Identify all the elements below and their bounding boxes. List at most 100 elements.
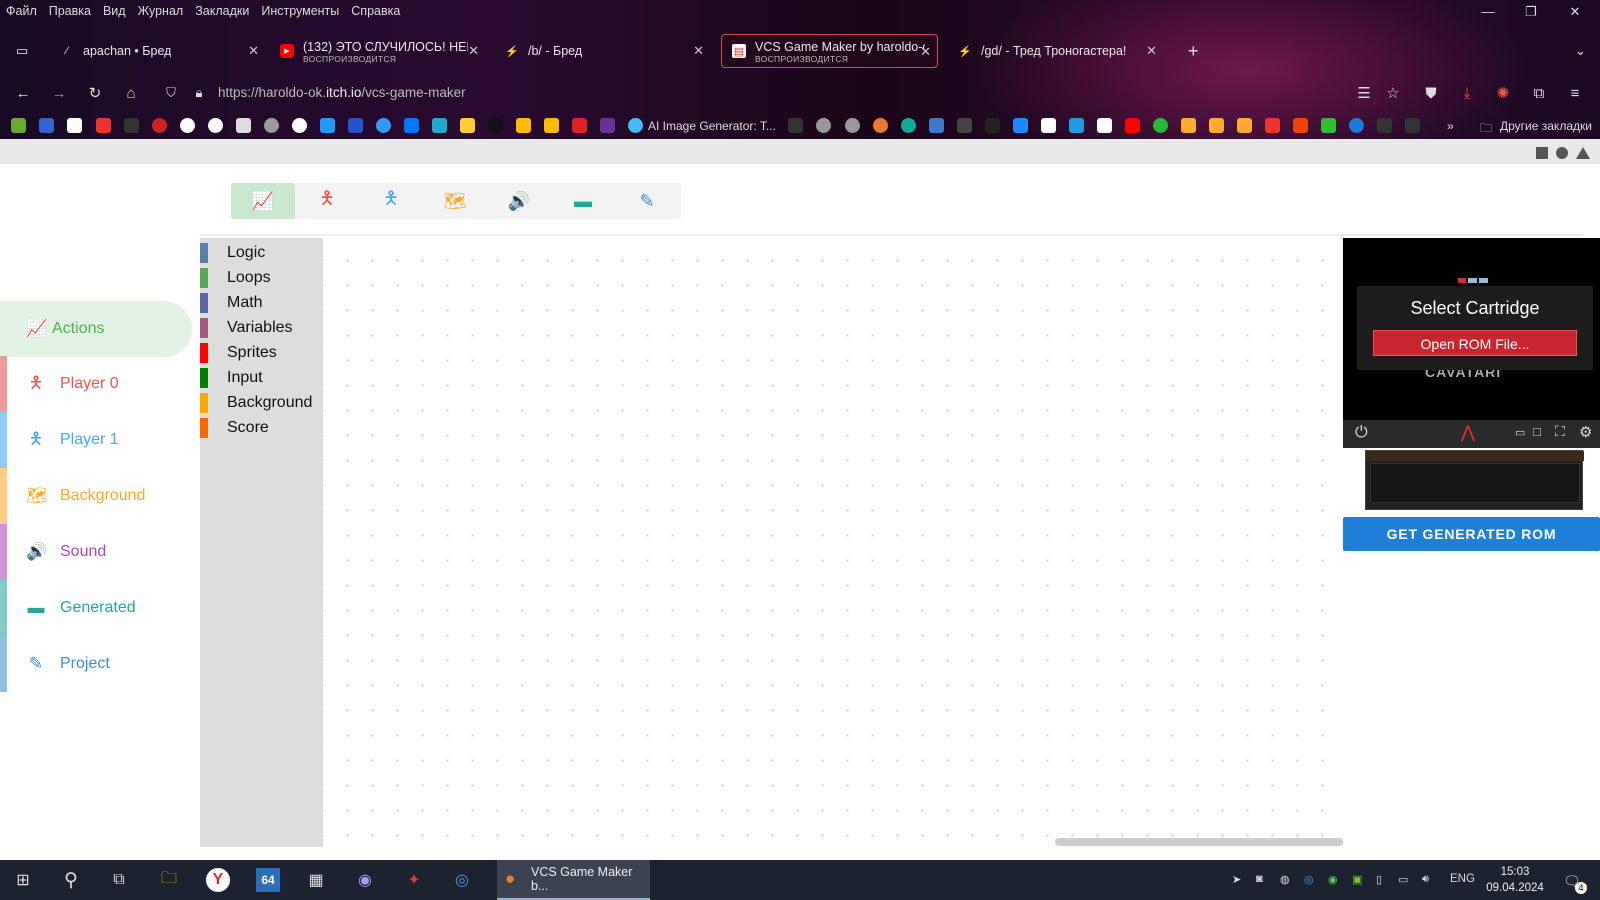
actions-tab-icon[interactable]: 📈 [231,183,295,219]
bookmark-icon[interactable] [1041,118,1056,133]
blockly-workspace[interactable] [323,238,1343,847]
volume-tray-icon[interactable]: 🔊︎ [1422,873,1436,887]
menu-bookmarks[interactable]: Закладки [195,4,249,18]
sound-tab-icon[interactable]: 🔊 [487,183,551,219]
yandex-browser-icon[interactable]: Y [206,868,230,892]
toolbox-category-logic[interactable]: Logic [200,242,323,264]
bookmark-icon[interactable] [432,118,447,133]
tab-gd[interactable]: ⚡ /gd/ - Тред Троногастера! ✕ [948,34,1163,68]
task-view-icon[interactable]: ⧉ [107,868,131,892]
bookmark-icon[interactable] [1097,118,1112,133]
power-icon[interactable]: ⏻ [1355,424,1368,442]
nvidia-tray-icon[interactable]: ▣ [1352,873,1366,887]
url-bar[interactable]: https://haroldo-ok.itch.io/vcs-game-make… [218,85,466,100]
google-bookmark-icon[interactable] [208,118,223,133]
tab-overview-icon[interactable]: ▭ [6,34,36,68]
bookmark-icon[interactable] [236,118,251,133]
tab-close-icon[interactable]: ✕ [468,43,479,59]
generated-tab-icon[interactable]: ▬ [551,183,615,219]
atari-console-panel[interactable] [1365,450,1584,510]
tab-close-icon[interactable]: ✕ [693,43,704,59]
windows-start-icon[interactable]: ⊞ [11,868,35,892]
more-bookmarks-icon[interactable]: » [1447,119,1454,133]
fullscreen-icon[interactable]: ⛶ [1555,423,1565,440]
minimize-icon[interactable]: — [1478,4,1498,19]
workspace-horizontal-scrollbar[interactable] [1055,838,1343,846]
bookmark-ai-image-generator[interactable]: AI Image Generator: T... [648,119,776,133]
tab-close-icon[interactable]: ✕ [920,44,931,60]
home-icon[interactable]: ⌂ [120,82,142,104]
bookmark-icon[interactable] [320,118,335,133]
bookmark-icon[interactable] [1013,118,1028,133]
discord-tray-icon[interactable]: ◙ [1256,873,1270,887]
toolbox-category-math[interactable]: Math [200,292,323,314]
bookmark-icon[interactable] [1069,118,1084,133]
tab-vcs-game-maker[interactable]: ▤ VCS Game Maker by haroldo-ok ВОСПРОИЗВО… [721,34,938,68]
open-rom-button[interactable]: Open ROM File... [1373,330,1577,356]
bookmark-icon[interactable] [544,118,559,133]
new-tab-icon[interactable]: + [1178,34,1208,68]
settings-gear-icon[interactable]: ⚙ [1579,423,1592,441]
project-tab-icon[interactable]: ✎ [615,183,679,219]
toolbox-category-sprites[interactable]: Sprites [200,342,323,364]
globe-bookmark-icon[interactable] [816,118,831,133]
aida64-icon[interactable]: 64 [256,868,280,892]
telegram-tray-icon[interactable]: ➤ [1232,873,1246,887]
file-explorer-icon[interactable]: 🗀 [157,868,181,892]
reader-view-icon[interactable]: ☰ [1353,82,1375,104]
steam-bookmark-icon[interactable] [292,118,307,133]
window-screen-icon[interactable]: □ [1533,424,1541,439]
globe-bookmark-icon[interactable] [845,118,860,133]
bookmark-icon[interactable] [1377,118,1392,133]
sidebar-item-generated[interactable]: ▬ Generated [0,580,200,636]
sidebar-item-player-1[interactable]: 🯅 Player 1 [0,412,200,468]
pocket-icon[interactable]: ⛊ [1420,82,1442,104]
sidebar-item-project[interactable]: ✎ Project [0,636,200,692]
app-icon[interactable]: ◎ [450,868,474,892]
bookmark-icon[interactable] [1405,118,1420,133]
bookmark-icon[interactable] [516,118,531,133]
steam-tray-icon[interactable]: ◍ [1280,873,1294,887]
toolbox-category-background[interactable]: Background [200,392,323,414]
bookmark-icon[interactable] [1293,118,1308,133]
usb-tray-icon[interactable]: ▯ [1376,873,1390,887]
google-bookmark-icon[interactable] [180,118,195,133]
download-icon[interactable]: ⤓ [1456,82,1478,104]
sidebar-item-player-0[interactable]: 🯅 Player 0 [0,356,200,412]
sidebar-item-actions[interactable]: 📈 Actions [0,301,192,357]
toolbox-category-loops[interactable]: Loops [200,267,323,289]
puzzle-icon[interactable]: ⧉ [1528,82,1550,104]
restore-icon[interactable]: ❐ [1521,4,1541,19]
globe-bookmark-icon[interactable] [264,118,279,133]
bookmark-icon[interactable] [873,118,888,133]
tab-b[interactable]: ⚡ /b/ - Бред ✕ [495,34,710,68]
app-tray-icon[interactable]: ◉ [1328,873,1342,887]
bookmark-star-icon[interactable]: ☆ [1382,82,1404,104]
get-generated-rom-button[interactable]: GET GENERATED ROM [1343,517,1600,551]
toolbox-category-score[interactable]: Score [200,417,323,439]
menu-history[interactable]: Журнал [138,4,184,18]
lightning-bookmark-icon[interactable] [1181,118,1196,133]
close-window-icon[interactable]: ✕ [1565,4,1585,19]
player0-tab-icon[interactable]: 🯅 [295,183,359,219]
bookmark-icon[interactable] [985,118,1000,133]
tab-apachan[interactable]: ⁄ apachan • Бред ✕ [50,34,265,68]
lightning-bookmark-icon[interactable] [1209,118,1224,133]
system-clock[interactable]: 15:03 09.04.2024 [1485,864,1545,896]
background-tab-icon[interactable]: 🗺 [423,183,487,219]
bookmark-icon[interactable] [124,118,139,133]
bookmark-icon[interactable] [1349,118,1364,133]
bookmark-icon[interactable] [901,118,916,133]
menu-tools[interactable]: Инструменты [261,4,339,18]
toolbox-category-input[interactable]: Input [200,367,323,389]
tab-close-icon[interactable]: ✕ [1146,43,1157,59]
forward-icon[interactable]: → [48,82,70,104]
extension-icon[interactable]: ✺ [1492,82,1514,104]
menu-help[interactable]: Справка [351,4,400,18]
shield-icon[interactable]: ⛉ [160,82,182,104]
minimize-screen-icon[interactable]: ▭ [1515,426,1525,439]
bookmark-icon[interactable] [460,118,475,133]
microsoft-store-icon[interactable]: ▦ [304,868,328,892]
lightning-bookmark-icon[interactable] [1237,118,1252,133]
youtube-bookmark-icon[interactable] [1125,118,1140,133]
